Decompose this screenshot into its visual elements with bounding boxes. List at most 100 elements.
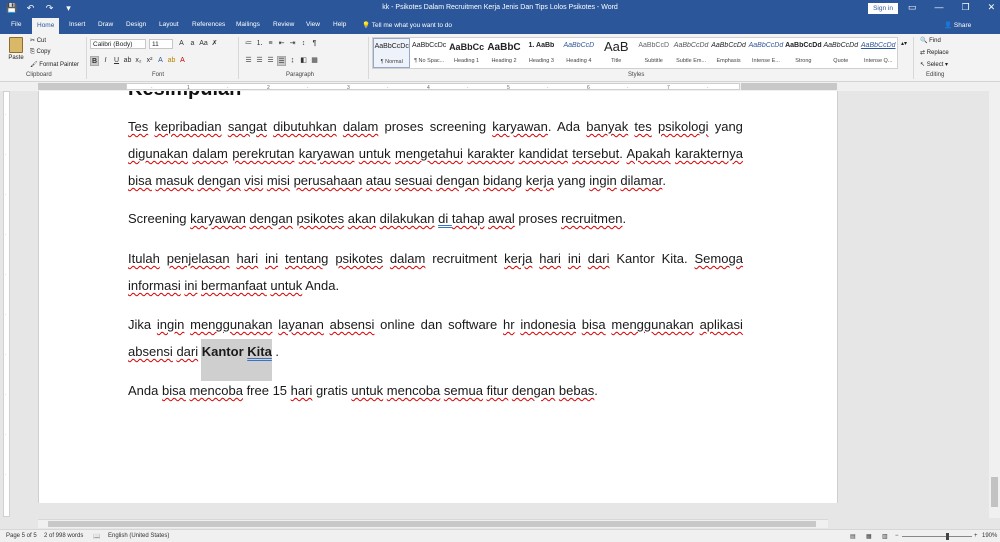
- paragraph-4[interactable]: Jika ingin menggunakan layanan absensi o…: [128, 311, 743, 365]
- grow-font-icon[interactable]: A: [177, 39, 186, 49]
- style-quote[interactable]: AaBbCcDd Quote: [822, 38, 859, 68]
- increase-indent-icon[interactable]: ⇥: [288, 39, 297, 49]
- replace-button[interactable]: ⇄ Replace: [920, 49, 949, 56]
- multilevel-list-icon[interactable]: ≡: [266, 39, 275, 49]
- align-center-icon[interactable]: ☰: [255, 56, 264, 66]
- word-count[interactable]: 2 of 998 words: [44, 533, 83, 539]
- align-left-icon[interactable]: ☰: [244, 56, 253, 66]
- change-case-icon[interactable]: Aa: [199, 39, 208, 49]
- zoom-slider-thumb[interactable]: [946, 533, 949, 540]
- styles-scroll-icon[interactable]: ▴▾: [901, 40, 907, 47]
- horizontal-scroll-thumb[interactable]: [48, 521, 816, 527]
- paragraph-1[interactable]: Tes kepribadian sangat dibutuhkan dalam …: [128, 113, 743, 194]
- font-size-box[interactable]: 11: [149, 39, 173, 49]
- style-intense-emphasis[interactable]: AaBbCcDd Intense E...: [747, 38, 784, 68]
- tab-draw[interactable]: Draw: [98, 21, 113, 28]
- style-strong[interactable]: AaBbCcDd Strong: [785, 38, 822, 68]
- style-sample: AaBbCcDc: [374, 43, 409, 50]
- web-layout-icon[interactable]: ▥: [882, 533, 888, 540]
- clear-format-icon[interactable]: ✗: [210, 39, 219, 49]
- shrink-font-icon[interactable]: a: [188, 39, 197, 49]
- tab-mailings[interactable]: Mailings: [236, 21, 260, 28]
- read-mode-icon[interactable]: ▤: [850, 533, 856, 540]
- style-title[interactable]: AaB Title: [598, 38, 635, 68]
- document-page[interactable]: Kesimpulan Tes kepribadian sangat dibutu…: [38, 91, 838, 503]
- restore-icon[interactable]: ❐: [962, 2, 970, 13]
- horizontal-scrollbar[interactable]: [38, 519, 828, 528]
- vertical-scrollbar[interactable]: [989, 82, 1000, 518]
- superscript-icon[interactable]: x²: [145, 56, 154, 66]
- tab-insert[interactable]: Insert: [69, 21, 85, 28]
- share-button[interactable]: 👤 Share: [944, 21, 971, 29]
- tab-design[interactable]: Design: [126, 21, 146, 28]
- style-heading-3[interactable]: 1. AaBb Heading 3: [523, 38, 560, 68]
- shading-icon[interactable]: ◧: [299, 56, 308, 66]
- ruler-scale[interactable]: · 1 · 2 · 3 · 4 · 5 · 6 · 7 ·: [126, 83, 740, 91]
- tab-home[interactable]: Home: [32, 18, 60, 34]
- style-heading-2[interactable]: AaBbC Heading 2: [485, 38, 522, 68]
- justify-icon[interactable]: ☰: [277, 56, 286, 66]
- style-subtle-emphasis[interactable]: AaBbCcDd Subtle Em...: [672, 38, 709, 68]
- subscript-icon[interactable]: x₂: [134, 56, 143, 66]
- paragraph-2[interactable]: Screening karyawan dengan psikotes akan …: [128, 205, 743, 232]
- underline-icon[interactable]: U: [112, 56, 121, 66]
- paragraph-3[interactable]: Itulah penjelasan hari ini tentang psiko…: [128, 245, 743, 299]
- text-run: kepribadian: [154, 119, 222, 134]
- text-run: psikotes: [296, 211, 345, 226]
- zoom-out-icon[interactable]: −: [895, 533, 899, 539]
- tell-me-search[interactable]: 💡 Tell me what you want to do: [362, 21, 452, 29]
- vertical-ruler[interactable]: · · · · · · · · · ·: [3, 91, 10, 517]
- text-effects-icon[interactable]: A: [156, 56, 165, 66]
- style-heading-1[interactable]: AaBbCc Heading 1: [448, 38, 485, 68]
- decrease-indent-icon[interactable]: ⇤: [277, 39, 286, 49]
- zoom-level[interactable]: 190%: [982, 533, 997, 539]
- proofing-icon[interactable]: 📖: [93, 533, 100, 540]
- align-right-icon[interactable]: ☰: [266, 56, 275, 66]
- ribbon-display-icon[interactable]: ▭: [908, 2, 917, 13]
- text-run: bisa: [128, 173, 152, 188]
- tab-layout[interactable]: Layout: [159, 21, 179, 28]
- strikethrough-icon[interactable]: ab: [123, 56, 132, 66]
- style-heading-4[interactable]: AaBbCcD Heading 4: [560, 38, 597, 68]
- pilcrow-icon[interactable]: ¶: [310, 39, 319, 49]
- highlight-icon[interactable]: ab: [167, 56, 176, 66]
- style-normal[interactable]: AaBbCcDc ¶ Normal: [373, 38, 411, 68]
- style-emphasis[interactable]: AaBbCcDd Emphasis: [710, 38, 747, 68]
- paragraph-5[interactable]: Anda bisa mencoba free 15 hari gratis un…: [128, 377, 743, 404]
- print-layout-icon[interactable]: ▦: [866, 533, 872, 540]
- paste-button[interactable]: Paste: [6, 37, 26, 61]
- tab-review[interactable]: Review: [273, 21, 294, 28]
- close-icon[interactable]: ✕: [988, 2, 996, 13]
- style-subtitle[interactable]: AaBbCcD Subtitle: [635, 38, 672, 68]
- sign-in-button[interactable]: Sign in: [868, 3, 898, 14]
- bullets-icon[interactable]: ≔: [244, 39, 253, 49]
- style-intense-quote[interactable]: AaBbCcDd Intense Q...: [860, 38, 897, 68]
- cut-button[interactable]: ✂ Cut: [30, 37, 46, 44]
- vertical-scroll-thumb[interactable]: [991, 477, 998, 507]
- tab-references[interactable]: References: [192, 21, 225, 28]
- text-run: dengan: [436, 173, 480, 188]
- copy-button[interactable]: ⎘ Copy: [30, 49, 50, 56]
- italic-icon[interactable]: I: [101, 56, 110, 66]
- minimize-icon[interactable]: —: [935, 2, 944, 13]
- zoom-in-icon[interactable]: +: [974, 533, 978, 539]
- borders-icon[interactable]: ▦: [310, 56, 319, 66]
- find-button[interactable]: 🔍 Find: [920, 37, 941, 44]
- font-size-controls: A a Aa ✗: [177, 39, 219, 49]
- text-run: [581, 251, 588, 266]
- tab-file[interactable]: File: [11, 21, 21, 28]
- select-button[interactable]: ↖ Select ▾: [920, 61, 948, 68]
- line-spacing-icon[interactable]: ↨: [288, 56, 297, 66]
- font-color-icon[interactable]: A: [178, 56, 187, 66]
- style-no-spacing[interactable]: AaBbCcDc ¶ No Spac...: [410, 38, 447, 68]
- numbering-icon[interactable]: ⒈: [255, 39, 264, 49]
- tab-help[interactable]: Help: [333, 21, 346, 28]
- tab-view[interactable]: View: [306, 21, 320, 28]
- font-name-box[interactable]: Calibri (Body): [90, 39, 146, 49]
- page-count[interactable]: Page 5 of 5: [6, 533, 37, 539]
- language[interactable]: English (United States): [108, 533, 169, 539]
- format-painter-button[interactable]: 🖌 Format Painter: [30, 61, 79, 68]
- bold-icon[interactable]: B: [90, 56, 99, 66]
- zoom-slider[interactable]: [902, 536, 972, 537]
- sort-icon[interactable]: ↕: [299, 39, 308, 49]
